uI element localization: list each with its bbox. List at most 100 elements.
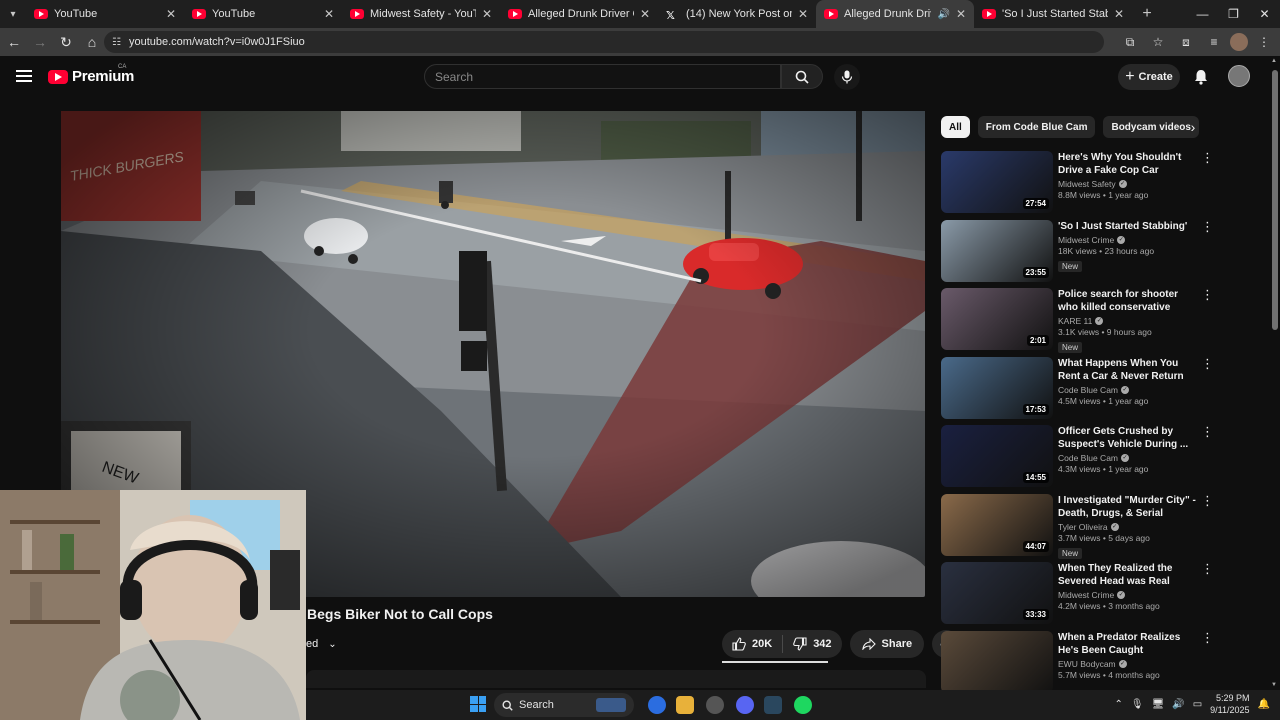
more-options-icon[interactable]: ⋮ [1201,562,1214,575]
tab-close-icon[interactable]: ✕ [640,7,650,21]
browser-tab-5[interactable]: 𝕏 (14) New York Post on X: "Gun ✕ [658,0,816,28]
channel-name-row[interactable]: Midwest Crime ✓ [1058,235,1196,245]
more-options-icon[interactable]: ⋮ [1201,631,1214,644]
recommendation-title[interactable]: Police search for shooter who killed con… [1058,288,1196,314]
microphone-tray-icon[interactable]: 🎙 [1131,699,1144,710]
channel-name-row[interactable]: Code Blue Cam ✓ [1058,385,1196,395]
recommendation-item[interactable]: 33:33 When They Realized the Severed Hea… [941,562,1216,631]
tab-close-icon[interactable]: ✕ [324,7,334,21]
video-thumbnail[interactable]: 44:07 [941,493,1053,556]
voice-search-button[interactable] [834,64,860,90]
browser-tab-2[interactable]: YouTube ✕ [184,0,342,28]
menu-icon[interactable] [16,70,32,82]
channel-name-row[interactable]: EWU Bodycam ✓ [1058,659,1196,669]
channel-name-row[interactable]: Midwest Crime ✓ [1058,590,1196,600]
tab-close-icon[interactable]: ✕ [798,7,808,21]
recommendation-item[interactable]: 27:54 Here's Why You Shouldn't Drive a F… [941,151,1216,220]
more-options-icon[interactable]: ⋮ [1201,288,1214,301]
create-button[interactable]: + Create [1118,64,1180,90]
subscribed-button[interactable]: ed ⌄ [306,635,337,653]
video-thumbnail[interactable]: 2:01 [941,288,1053,350]
recommendation-item[interactable]: 44:07 I Investigated "Murder City" - Dea… [941,493,1216,563]
channel-name-row[interactable]: Code Blue Cam ✓ [1058,453,1196,463]
recommendation-title[interactable]: I Investigated "Murder City" - Death, Dr… [1058,494,1196,520]
dislike-button[interactable]: 342 [783,630,841,658]
bookmark-star-icon[interactable]: ☆ [1146,30,1170,54]
media-controls-icon[interactable]: ≡ [1202,30,1226,54]
account-avatar[interactable] [1228,65,1250,87]
more-options-icon[interactable]: ⋮ [1201,494,1214,507]
tab-close-icon[interactable]: ✕ [166,7,176,21]
steam-icon[interactable] [764,696,782,714]
scroll-down-icon[interactable]: ▼ [1271,682,1277,688]
channel-name-row[interactable]: Tyler Oliveira ✓ [1058,522,1196,532]
chevron-right-icon[interactable]: › [1183,117,1203,137]
home-icon[interactable]: ⌂ [80,30,104,54]
search-button[interactable] [781,64,823,89]
tab-close-icon[interactable]: ✕ [956,7,966,21]
video-thumbnail[interactable]: 14:55 [941,425,1053,487]
browser-tab-7[interactable]: 'So I Just Started Stabbing' - Yo ✕ [974,0,1132,28]
app-icon[interactable] [706,696,724,714]
tab-close-icon[interactable]: ✕ [482,7,492,21]
forward-icon[interactable]: → [28,30,52,54]
tab-search-icon[interactable]: ▾ [0,0,26,28]
tab-close-icon[interactable]: ✕ [1114,7,1124,21]
video-thumbnail[interactable]: 33:33 [941,562,1053,624]
channel-name-row[interactable]: Midwest Safety ✓ [1058,179,1196,189]
chip-from-channel[interactable]: From Code Blue Cam [977,116,1096,138]
discord-icon[interactable] [736,696,754,714]
share-button[interactable]: Share [849,630,925,658]
more-options-icon[interactable]: ⋮ [1201,357,1214,370]
extensions-icon[interactable]: ⧈ [1174,30,1198,54]
browser-menu-icon[interactable]: ⋮ [1252,30,1276,54]
chip-all[interactable]: All [941,116,970,138]
scrollbar-thumb[interactable] [1272,70,1278,330]
more-options-icon[interactable]: ⋮ [1201,220,1214,233]
new-tab-button[interactable]: + [1132,0,1162,28]
scroll-up-icon[interactable]: ▲ [1271,58,1277,64]
video-thumbnail[interactable]: 23:55 [941,219,1053,282]
chevron-up-icon[interactable]: ⌃ [1114,699,1122,710]
spotify-icon[interactable] [794,696,812,714]
recommendation-item[interactable]: When a Predator Realizes He's Been Caugh… [941,630,1216,700]
site-info-icon[interactable]: ☷ [112,37,121,48]
like-button[interactable]: 20K [722,630,782,658]
browser-tab-6-active[interactable]: Alleged Drunk Driver Crash 🔊 ✕ [816,0,974,28]
recommendation-title[interactable]: When They Realized the Severed Head was … [1058,562,1196,588]
page-scrollbar[interactable]: ▲ ▼ [1270,56,1280,690]
file-explorer-icon[interactable] [676,696,694,714]
recommendation-item[interactable]: 2:01 Police search for shooter who kille… [941,288,1216,357]
recommendation-item[interactable]: 23:55 'So I Just Started Stabbing' Midwe… [941,219,1216,289]
cast-icon[interactable]: ⧉ [1118,30,1142,54]
close-window-icon[interactable]: ✕ [1249,0,1280,28]
browser-tab-4[interactable]: Alleged Drunk Driver Crashes In ✕ [500,0,658,28]
recommendation-item[interactable]: 17:53 What Happens When You Rent a Car &… [941,356,1216,426]
address-bar[interactable]: ☷ youtube.com/watch?v=i0w0J1FSiuo [104,31,1104,53]
taskbar-search[interactable]: Search [494,693,634,717]
video-thumbnail[interactable]: 27:54 [941,151,1053,213]
more-options-icon[interactable]: ⋮ [1201,425,1214,438]
speaker-icon[interactable]: 🔊 [937,9,949,20]
browser-tab-3[interactable]: Midwest Safety - YouTube ✕ [342,0,500,28]
minimize-icon[interactable]: — [1187,0,1218,28]
volume-icon[interactable]: 🔊 [1172,699,1184,710]
back-icon[interactable]: ← [2,30,26,54]
recommendation-title[interactable]: What Happens When You Rent a Car & Never… [1058,357,1196,383]
recommendation-title[interactable]: When a Predator Realizes He's Been Caugh… [1058,631,1196,657]
recommendation-title[interactable]: Officer Gets Crushed by Suspect's Vehicl… [1058,425,1196,451]
reload-icon[interactable]: ↻ [54,30,78,54]
restore-icon[interactable]: ❐ [1218,0,1249,28]
network-icon[interactable]: 🖥 [1152,699,1165,710]
browser-tab-1[interactable]: YouTube ✕ [26,0,184,28]
video-thumbnail[interactable] [941,630,1053,693]
chrome-icon[interactable] [648,696,666,714]
recommendation-title[interactable]: Here's Why You Shouldn't Drive a Fake Co… [1058,151,1196,177]
recommendation-title[interactable]: 'So I Just Started Stabbing' [1058,220,1196,233]
youtube-premium-logo[interactable]: Premium CA [48,64,134,85]
video-thumbnail[interactable]: 17:53 [941,356,1053,419]
notifications-button[interactable] [1190,66,1212,88]
recommendation-item[interactable]: 14:55 Officer Gets Crushed by Suspect's … [941,425,1216,494]
taskbar-clock[interactable]: 5:29 PM 9/11/2025 [1210,692,1249,716]
windows-start-icon[interactable] [470,696,486,712]
